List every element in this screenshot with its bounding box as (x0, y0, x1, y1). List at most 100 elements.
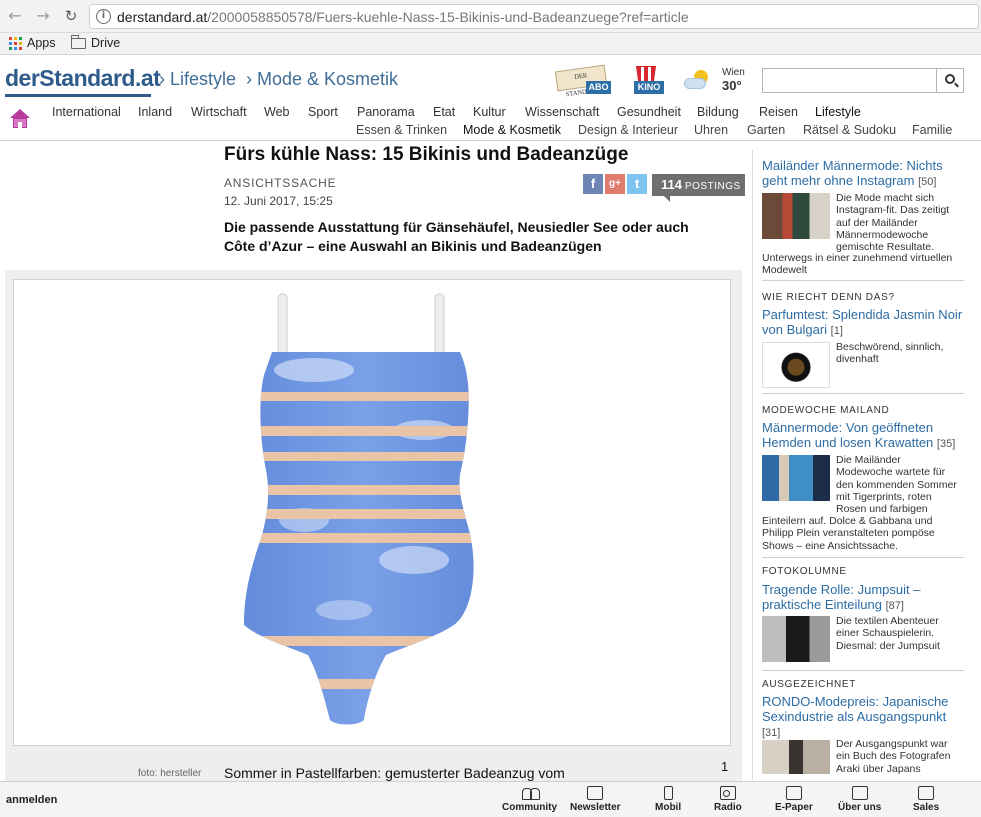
home-icon[interactable] (9, 109, 31, 131)
sidebar-thumbnail-1[interactable] (762, 193, 830, 239)
sidebar-text-4: Die textilen Abenteuer einer Schauspiele… (836, 615, 940, 652)
weather-temperature[interactable]: 30° (722, 78, 742, 93)
sidebar-headline-2-count[interactable]: [1] (831, 325, 843, 337)
article-lead-line-2: Côte d’Azur – eine Auswahl an Bikinis un… (224, 238, 602, 254)
subnav-item-familie[interactable]: Familie (912, 123, 952, 137)
sidebar-text-3a: Die Mailänder Modewoche wartete für den … (836, 454, 957, 515)
nav-item-etat[interactable]: Etat (433, 105, 455, 119)
search-button[interactable] (936, 69, 963, 92)
article-kicker[interactable]: ANSICHTSSACHE (224, 176, 336, 190)
nav-item-gesundheit[interactable]: Gesundheit (617, 105, 681, 119)
breadcrumb-mode-kosmetik[interactable]: › Mode & Kosmetik (246, 69, 398, 90)
sidebar-text-1-line-6: Unterwegs in einer zunehmend virtuellen (762, 252, 953, 264)
kino-button[interactable]: KINO (631, 63, 665, 96)
radio-icon (719, 786, 736, 800)
weather-city[interactable]: Wien (722, 67, 745, 78)
abo-label: ABO (586, 81, 611, 94)
nav-item-wirtschaft[interactable]: Wirtschaft (191, 105, 247, 119)
subnav-item-uhren[interactable]: Uhren (694, 123, 728, 137)
nav-item-international[interactable]: International (52, 105, 121, 119)
sidebar-headline-1-text[interactable]: Mailänder Männermode: Nichts geht mehr o… (762, 158, 943, 188)
site-logo[interactable]: derStandard.at (5, 65, 161, 92)
sidebar-headline-1-count[interactable]: [50] (918, 176, 936, 188)
twitter-share-icon[interactable]: t (627, 174, 647, 194)
sidebar-headline-3[interactable]: Männermode: Von geöffneten Hemden und lo… (762, 420, 967, 452)
sidebar-text-5-line-3: Araki über Japans (836, 762, 921, 775)
nav-item-reisen[interactable]: Reisen (759, 105, 798, 119)
nav-item-sport[interactable]: Sport (308, 105, 338, 119)
breadcrumb-lifestyle[interactable]: › Lifestyle (159, 69, 236, 90)
nav-item-bildung[interactable]: Bildung (697, 105, 739, 119)
nav-item-web[interactable]: Web (264, 105, 289, 119)
sidebar-thumbnail-2[interactable] (762, 342, 830, 388)
sidebar-kicker-5[interactable]: AUSGEZEICHNET (762, 679, 856, 690)
photo-caption: Sommer in Pastellfarben: gemusterter Bad… (224, 765, 565, 781)
forward-arrow-icon[interactable]: → (34, 7, 52, 25)
weather-icon[interactable] (682, 70, 712, 92)
gallery-photo[interactable] (13, 279, 731, 746)
address-bar[interactable]: i derstandard.at/2000058850578/Fuers-kue… (89, 4, 979, 29)
sidebar-text-1b: Unterwegs in einer zunehmend virtuellen … (762, 252, 952, 277)
facebook-share-icon[interactable]: f (583, 174, 603, 194)
subnav-item-raetsel-sudoku[interactable]: Rätsel & Sudoku (803, 123, 896, 137)
subnav-item-essen-trinken[interactable]: Essen & Trinken (356, 123, 447, 137)
abo-button[interactable]: DER STANDARD ABO (554, 64, 611, 98)
url-text[interactable]: derstandard.at/2000058850578/Fuers-kuehl… (117, 9, 689, 25)
sidebar-kicker-3[interactable]: MODEWOCHE MAILAND (762, 405, 889, 416)
sidebar-headline-4[interactable]: Tragende Rolle: Jumpsuit – praktische Ei… (762, 582, 967, 614)
slide-number: 1 (721, 759, 729, 774)
sidebar-text-2-line-2: divenhaft (836, 353, 879, 366)
sidebar-headline-5[interactable]: RONDO-Modepreis: Japanische Sexindustrie… (762, 694, 967, 741)
sidebar-text-3-line-6: Einteilern auf. Dolce & Gabbana und (762, 515, 933, 527)
sidebar-separator (762, 670, 964, 671)
sidebar-text-3-line-7: Philipp Plein veranstalteten pompöse (762, 527, 935, 540)
nav-item-wissenschaft[interactable]: Wissenschaft (525, 105, 599, 119)
bookmark-drive[interactable]: Drive (70, 34, 120, 50)
site-info-icon[interactable]: i (96, 9, 111, 24)
sidebar-headline-5-count[interactable]: [31] (762, 727, 780, 739)
radio-button[interactable]: Radio (714, 786, 742, 813)
subnav-item-design-interieur[interactable]: Design & Interieur (578, 123, 678, 137)
sidebar-headline-5-text[interactable]: RONDO-Modepreis: Japanische Sexindustrie… (762, 694, 948, 724)
reload-icon[interactable]: ↻ (62, 7, 80, 25)
nav-item-lifestyle[interactable]: Lifestyle (815, 105, 861, 119)
search-input[interactable] (762, 68, 964, 93)
login-link[interactable]: anmelden (6, 794, 57, 806)
sidebar-headline-1[interactable]: Mailänder Männermode: Nichts geht mehr o… (762, 158, 967, 190)
sidebar-text-5-line-1: Der Ausgangspunkt war (836, 738, 948, 750)
mobil-button[interactable]: Mobil (655, 786, 681, 813)
sidebar-thumbnail-3[interactable] (762, 455, 830, 501)
sales-button[interactable]: Sales (913, 786, 939, 813)
ueber-uns-button[interactable]: Über uns (838, 786, 881, 813)
sidebar-text-5-line-2: ein Buch des Fotografen (836, 750, 951, 763)
newsletter-button[interactable]: Newsletter (570, 786, 621, 813)
back-arrow-icon[interactable]: ← (6, 7, 24, 25)
subnav-item-mode-kosmetik[interactable]: Mode & Kosmetik (463, 123, 561, 137)
sidebar-kicker-2[interactable]: WIE RIECHT DENN DAS? (762, 292, 895, 303)
kino-label: KINO (634, 81, 664, 94)
sidebar-thumbnail-4[interactable] (762, 616, 830, 662)
sidebar-headline-3-count[interactable]: [35] (937, 438, 955, 450)
sidebar-text-3-line-8: Shows – eine Ansichtssache. (762, 539, 898, 552)
community-button[interactable]: Community (502, 786, 557, 813)
ueber-uns-label: Über uns (838, 802, 882, 813)
sidebar-headline-3-text[interactable]: Männermode: Von geöffneten Hemden und lo… (762, 420, 933, 450)
epaper-button[interactable]: E-Paper (775, 786, 813, 813)
nav-item-kultur[interactable]: Kultur (473, 105, 506, 119)
sidebar-headline-2-text[interactable]: Parfumtest: Splendida Jasmin Noir von Bu… (762, 307, 962, 337)
nav-item-panorama[interactable]: Panorama (357, 105, 415, 119)
sidebar-headline-4-count[interactable]: [87] (886, 600, 904, 612)
sidebar-text-1-line-1: Die Mode macht sich (836, 192, 935, 204)
apps-grid-icon (9, 36, 22, 50)
nav-item-inland[interactable]: Inland (138, 105, 172, 119)
postings-button[interactable]: 114 POSTINGS (652, 174, 745, 202)
sidebar-kicker-4[interactable]: FOTOKOLUMNE (762, 566, 847, 577)
sidebar-thumbnail-5[interactable] (762, 740, 830, 774)
community-icon (521, 786, 540, 800)
photo-credit: foto: hersteller (138, 768, 202, 779)
sales-label: Sales (913, 802, 940, 813)
gplus-share-icon[interactable]: g+ (605, 174, 625, 194)
subnav-item-garten[interactable]: Garten (747, 123, 785, 137)
sidebar-headline-2[interactable]: Parfumtest: Splendida Jasmin Noir von Bu… (762, 307, 967, 339)
bookmark-apps[interactable]: Apps (9, 36, 56, 50)
